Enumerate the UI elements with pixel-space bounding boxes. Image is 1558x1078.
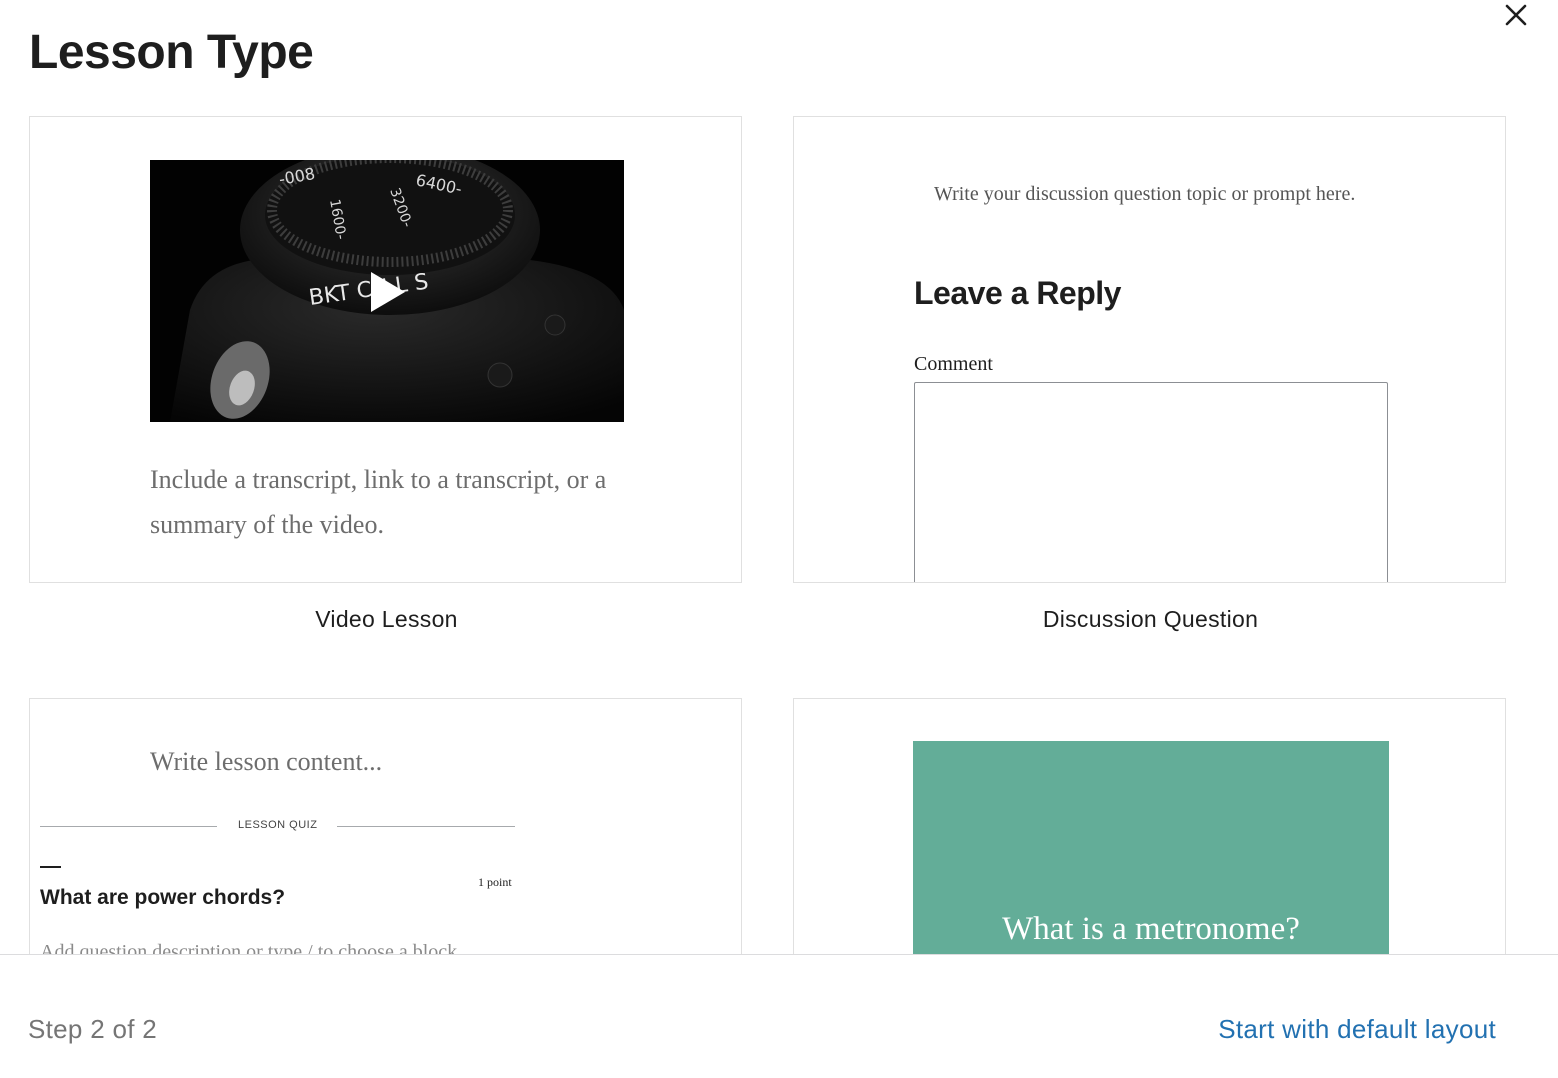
comment-label: Comment [914, 353, 993, 375]
quiz-question-description: Add question description or type / to ch… [40, 941, 458, 954]
reply-title: Leave a Reply [914, 275, 1121, 311]
video-thumbnail[interactable]: -008 6400- 1600- 3200- BKT CH L S [150, 160, 624, 422]
pattern-card-video-lesson[interactable]: -008 6400- 1600- 3200- BKT CH L S Includ… [29, 116, 742, 583]
pattern-card-discussion-question[interactable]: Write your discussion question topic or … [793, 116, 1506, 583]
close-icon[interactable] [1505, 4, 1527, 26]
modal-title: Lesson Type [29, 26, 314, 79]
separator-line-right [337, 826, 515, 827]
lesson-content-placeholder: Write lesson content... [150, 747, 383, 776]
question-points: 1 point [478, 875, 512, 889]
step-indicator: Step 2 of 2 [28, 1014, 158, 1044]
video-description: Include a transcript, link to a transcri… [150, 465, 607, 539]
close-button[interactable] [1500, 0, 1532, 30]
pattern-card-metronome[interactable]: What is a metronome? [793, 698, 1506, 954]
pattern-label-discussion-question[interactable]: Discussion Question [793, 606, 1508, 633]
quiz-question-title: What are power chords? [40, 886, 286, 909]
comment-textarea [914, 382, 1388, 582]
pattern-card-lesson-quiz[interactable]: Write lesson content... LESSON QUIZ 1 po… [29, 698, 742, 954]
lesson-quiz-separator: LESSON QUIZ [238, 819, 318, 831]
start-default-layout-button[interactable]: Start with default layout [1218, 1014, 1496, 1045]
cover-heading: What is a metronome? [1002, 911, 1300, 947]
pattern-label-video-lesson[interactable]: Video Lesson [29, 606, 744, 633]
discussion-prompt: Write your discussion question topic or … [934, 183, 1356, 205]
play-icon[interactable] [369, 270, 407, 314]
modal-footer: Step 2 of 2 Start with default layout [0, 954, 1558, 1078]
separator-line-left [40, 826, 217, 827]
question-divider [40, 866, 61, 868]
cover-block: What is a metronome? [913, 741, 1389, 954]
pattern-grid: -008 6400- 1600- 3200- BKT CH L S Includ… [0, 0, 1558, 954]
